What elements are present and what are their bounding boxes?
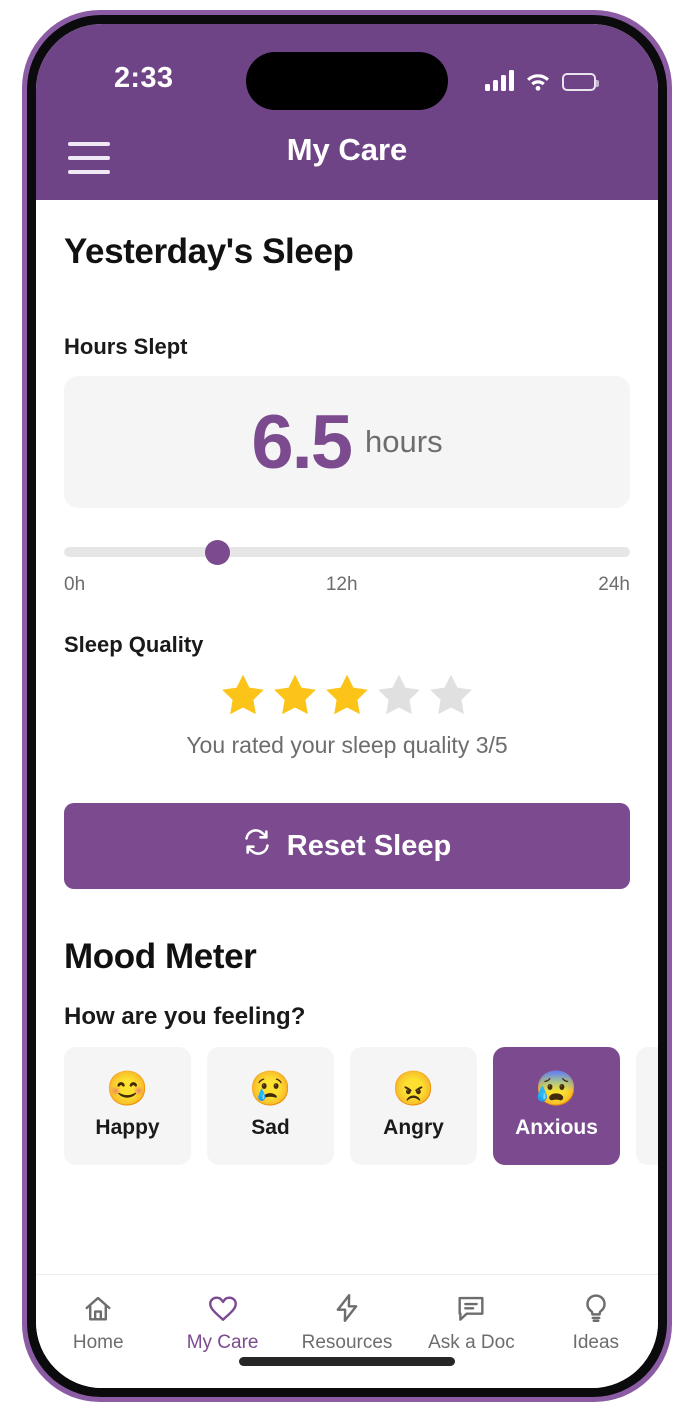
- phone-screen: 2:33 My Care Yesterday's Sleep Hours Sle…: [36, 24, 658, 1388]
- hours-slept-slider[interactable]: [64, 536, 630, 566]
- phone-frame: 2:33 My Care Yesterday's Sleep Hours Sle…: [22, 10, 672, 1402]
- app-header: 2:33 My Care: [36, 24, 658, 200]
- slider-max-label: 24h: [598, 574, 630, 595]
- mood-chip-happy[interactable]: 😊 Happy: [64, 1047, 191, 1165]
- reset-sleep-button[interactable]: Reset Sleep: [64, 803, 630, 889]
- mood-section-title: Mood Meter: [64, 937, 257, 976]
- lightbulb-icon: [579, 1291, 613, 1325]
- tab-label: Ideas: [572, 1332, 620, 1353]
- tab-label: Resources: [301, 1332, 393, 1353]
- sleep-quality-caption: You rated your sleep quality 3/5: [186, 732, 508, 758]
- bottom-tab-bar[interactable]: Home My Care Resources Ask a Doc Ideas: [36, 1274, 658, 1388]
- app-nav-bar: My Care: [36, 120, 658, 200]
- tab-label: Ask a Doc: [428, 1332, 515, 1353]
- home-indicator: [239, 1357, 455, 1366]
- status-bar: 2:33: [36, 24, 658, 120]
- hours-slept-unit: hours: [365, 424, 443, 459]
- tab-item-ask-a-doc[interactable]: Ask a Doc: [409, 1291, 533, 1354]
- mood-options-row[interactable]: 😊 Happy 😢 Sad 😠 Angry 😰 Anxious: [64, 1047, 658, 1165]
- chat-icon: [454, 1291, 488, 1325]
- hours-slept-card: 6.5 hours: [64, 376, 630, 508]
- star-filled-icon[interactable]: [321, 670, 373, 720]
- home-icon: [81, 1291, 115, 1325]
- slider-track[interactable]: [64, 547, 630, 557]
- hours-slept-value: 6.5: [251, 399, 353, 485]
- slider-mid-label: 12h: [325, 574, 358, 595]
- angry-face-icon: 😠: [392, 1070, 435, 1108]
- slider-min-label: 0h: [64, 574, 86, 595]
- star-filled-icon[interactable]: [269, 670, 321, 720]
- star-empty-icon[interactable]: [425, 670, 477, 720]
- battery-full-icon: [562, 73, 599, 91]
- cellular-signal-icon: [485, 70, 514, 91]
- mood-chip-angry[interactable]: 😠 Angry: [350, 1047, 477, 1165]
- tab-item-home[interactable]: Home: [36, 1291, 160, 1354]
- mood-question-label: How are you feeling?: [64, 1003, 306, 1030]
- tab-label: My Care: [186, 1332, 259, 1353]
- tab-item-ideas[interactable]: Ideas: [534, 1291, 658, 1354]
- hours-slept-label: Hours Slept: [64, 334, 188, 359]
- refresh-icon: [243, 828, 271, 864]
- sleep-quality-label: Sleep Quality: [64, 632, 204, 657]
- status-bar-time: 2:33: [114, 62, 174, 94]
- slider-tick-labels: 0h 12h 24h: [64, 574, 630, 596]
- sleep-section-title: Yesterday's Sleep: [64, 232, 354, 271]
- mood-chip-label: Sad: [251, 1116, 290, 1139]
- mood-chip-partial[interactable]: [636, 1047, 658, 1165]
- mood-chip-label: Anxious: [515, 1116, 598, 1139]
- status-bar-icons: [485, 70, 599, 91]
- star-empty-icon[interactable]: [373, 670, 425, 720]
- lightning-icon: [330, 1291, 364, 1325]
- mood-chip-anxious[interactable]: 😰 Anxious: [493, 1047, 620, 1165]
- mood-chip-sad[interactable]: 😢 Sad: [207, 1047, 334, 1165]
- phone-bezel: 2:33 My Care Yesterday's Sleep Hours Sle…: [27, 15, 667, 1397]
- sleep-quality-stars[interactable]: [64, 670, 630, 720]
- crying-face-icon: 😢: [249, 1070, 292, 1108]
- mood-chip-label: Happy: [95, 1116, 160, 1139]
- heart-icon: [206, 1291, 240, 1325]
- anxious-sweat-face-icon: 😰: [535, 1070, 578, 1108]
- tab-item-resources[interactable]: Resources: [285, 1291, 409, 1354]
- tab-label: Home: [72, 1332, 124, 1353]
- slider-thumb[interactable]: [204, 540, 230, 565]
- tab-item-my-care[interactable]: My Care: [160, 1291, 284, 1354]
- reset-sleep-label: Reset Sleep: [286, 829, 452, 862]
- star-filled-icon[interactable]: [217, 670, 269, 720]
- main-content: Yesterday's Sleep Hours Slept 6.5 hours …: [36, 200, 658, 1274]
- page-title: My Care: [286, 132, 408, 167]
- mood-chip-label: Angry: [383, 1116, 444, 1139]
- wifi-icon: [525, 70, 551, 91]
- smiling-face-icon: 😊: [106, 1070, 149, 1108]
- dynamic-island: [246, 52, 448, 110]
